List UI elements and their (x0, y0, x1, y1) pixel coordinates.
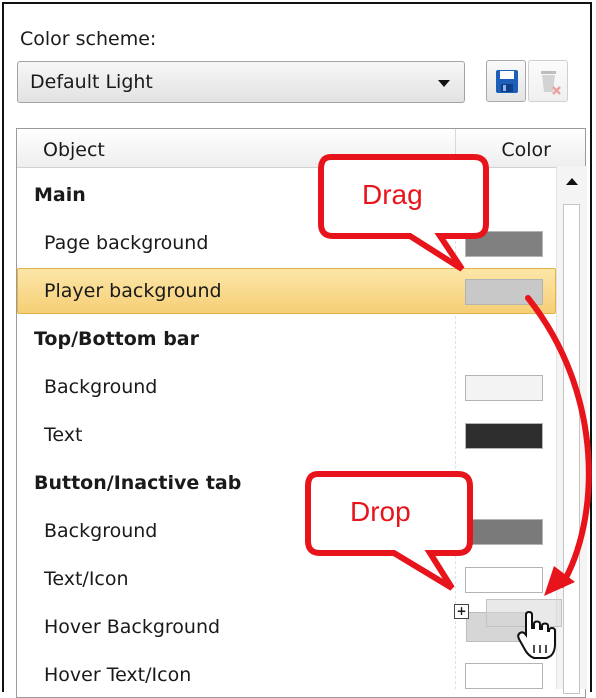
column-header-color[interactable]: Color (501, 139, 551, 161)
object-row-hover-text-icon[interactable]: Hover Text/Icon (17, 652, 556, 698)
drop-plus-icon: + (454, 604, 469, 619)
object-label: Hover Background (44, 616, 221, 638)
group-row-main: Main (17, 172, 556, 218)
color-swatch[interactable] (465, 423, 543, 449)
object-label: Background (44, 376, 158, 398)
object-label: Background (44, 520, 158, 542)
object-row-button-text-icon[interactable]: Text/Icon (17, 556, 556, 602)
object-row-player-background[interactable]: Player background (17, 268, 556, 314)
delete-scheme-button[interactable] (528, 60, 568, 102)
color-swatch[interactable] (465, 567, 543, 593)
group-label: Main (34, 184, 86, 206)
color-scheme-value: Default Light (30, 71, 153, 93)
scroll-up-arrow-icon[interactable] (566, 178, 578, 185)
color-swatch[interactable] (465, 519, 543, 545)
group-row-button-inactive-tab: Button/Inactive tab (17, 460, 556, 506)
color-swatch[interactable] (465, 231, 543, 257)
object-label: Player background (44, 280, 222, 302)
group-label: Button/Inactive tab (34, 472, 242, 494)
dropdown-arrow-icon (438, 80, 450, 87)
column-header-object[interactable]: Object (43, 139, 105, 161)
column-divider (455, 129, 456, 167)
delete-icon (541, 71, 561, 95)
color-scheme-dropdown[interactable]: Default Light (17, 61, 465, 103)
object-label: Text (44, 424, 83, 446)
save-icon (496, 70, 518, 93)
object-label: Text/Icon (44, 568, 129, 590)
group-label: Top/Bottom bar (34, 328, 199, 350)
object-row-bar-background[interactable]: Background (17, 364, 556, 410)
dragged-swatch-ghost (486, 599, 562, 627)
color-swatch[interactable] (465, 279, 543, 305)
object-row-page-background[interactable]: Page background (17, 220, 556, 266)
color-swatch[interactable] (465, 663, 543, 689)
color-swatch[interactable] (465, 375, 543, 401)
color-scheme-label: Color scheme: (20, 28, 157, 50)
grid-header: Object Color (17, 129, 585, 168)
group-row-top-bottom-bar: Top/Bottom bar (17, 316, 556, 362)
object-label: Page background (44, 232, 209, 254)
object-row-bar-text[interactable]: Text (17, 412, 556, 458)
object-row-button-background[interactable]: Background (17, 508, 556, 554)
save-scheme-button[interactable] (486, 60, 526, 102)
scrollbar-track[interactable] (563, 204, 580, 694)
object-label: Hover Text/Icon (44, 664, 192, 686)
